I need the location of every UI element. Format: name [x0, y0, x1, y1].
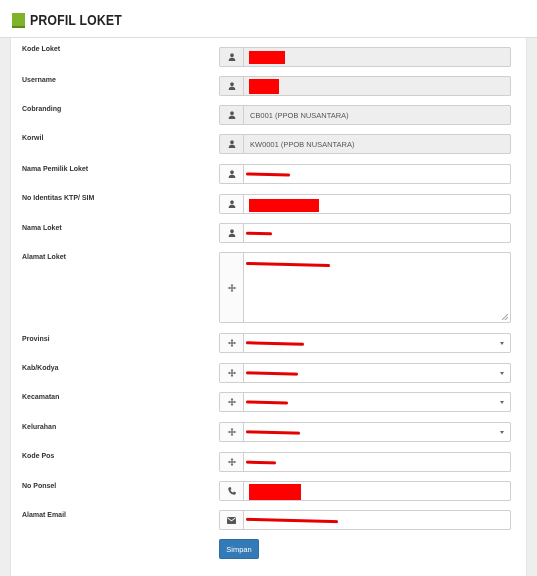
- label-nama-pemilik: Nama Pemilik Loket: [22, 166, 89, 173]
- label-kode-loket: Kode Loket: [22, 46, 61, 53]
- chevron-down-icon: [500, 401, 504, 404]
- move-icon: [220, 253, 244, 322]
- nama-pemilik-field[interactable]: [219, 164, 511, 184]
- profile-form-panel: Kode Loket Username Cobranding CB001 (PP…: [10, 38, 527, 576]
- label-kab-kodya: Kab/Kodya: [22, 365, 59, 372]
- label-kode-pos: Kode Pos: [22, 453, 55, 460]
- user-icon: [220, 135, 244, 153]
- redaction-mark: [245, 341, 305, 346]
- provinsi-select[interactable]: [219, 333, 511, 353]
- chevron-down-icon: [500, 342, 504, 345]
- phone-icon: [220, 482, 244, 500]
- user-icon: [220, 224, 244, 242]
- cobranding-value: CB001 (PPOB NUSANTARA): [250, 110, 349, 120]
- label-no-ponsel: No Ponsel: [22, 483, 57, 490]
- move-icon: [220, 364, 244, 382]
- nama-loket-field[interactable]: [219, 223, 511, 243]
- username-field[interactable]: [219, 76, 511, 96]
- kab-kodya-select[interactable]: [219, 363, 511, 383]
- label-alamat-email: Alamat Email: [22, 512, 66, 519]
- label-kecamatan: Kecamatan: [22, 394, 60, 401]
- redaction-mark: [249, 51, 285, 64]
- label-korwil: Korwil: [22, 135, 44, 142]
- redaction-mark: [249, 484, 301, 500]
- korwil-field[interactable]: KW0001 (PPOB NUSANTARA): [219, 134, 511, 154]
- alamat-loket-textarea[interactable]: [219, 252, 511, 323]
- redaction-mark: [245, 460, 277, 465]
- redaction-mark: [249, 199, 319, 212]
- label-provinsi: Provinsi: [22, 336, 50, 343]
- chevron-down-icon: [500, 372, 504, 375]
- chevron-down-icon: [500, 431, 504, 434]
- simpan-button[interactable]: Simpan: [219, 539, 259, 559]
- redaction-mark: [245, 231, 273, 236]
- kelurahan-select[interactable]: [219, 422, 511, 442]
- redaction-mark: [249, 79, 279, 94]
- user-icon: [220, 48, 244, 66]
- alamat-email-field[interactable]: [219, 510, 511, 530]
- header-accent-square: [12, 13, 25, 28]
- move-icon: [220, 393, 244, 411]
- kode-pos-field[interactable]: [219, 452, 511, 472]
- user-icon: [220, 165, 244, 183]
- redaction-mark: [245, 517, 339, 524]
- label-alamat-loket: Alamat Loket: [22, 254, 66, 261]
- no-identitas-field[interactable]: [219, 194, 511, 214]
- kecamatan-select[interactable]: [219, 392, 511, 412]
- page-header: PROFIL LOKET: [0, 0, 537, 38]
- label-nama-loket: Nama Loket: [22, 225, 62, 232]
- redaction-mark: [245, 261, 331, 268]
- move-icon: [220, 334, 244, 352]
- label-kelurahan: Kelurahan: [22, 424, 57, 431]
- redaction-mark: [245, 371, 299, 376]
- label-no-identitas: No Identitas KTP/ SIM: [22, 195, 95, 202]
- no-ponsel-field[interactable]: [219, 481, 511, 501]
- kode-loket-field[interactable]: [219, 47, 511, 67]
- redaction-mark: [245, 430, 301, 435]
- cobranding-field[interactable]: CB001 (PPOB NUSANTARA): [219, 105, 511, 125]
- envelope-icon: [220, 511, 244, 529]
- resize-handle[interactable]: [502, 314, 508, 320]
- redaction-mark: [245, 400, 289, 405]
- user-icon: [220, 106, 244, 124]
- user-icon: [220, 77, 244, 95]
- korwil-value: KW0001 (PPOB NUSANTARA): [250, 139, 355, 149]
- move-icon: [220, 423, 244, 441]
- user-icon: [220, 195, 244, 213]
- label-username: Username: [22, 77, 56, 84]
- label-cobranding: Cobranding: [22, 106, 62, 113]
- move-icon: [220, 453, 244, 471]
- page-title: PROFIL LOKET: [30, 12, 122, 29]
- redaction-mark: [245, 172, 291, 177]
